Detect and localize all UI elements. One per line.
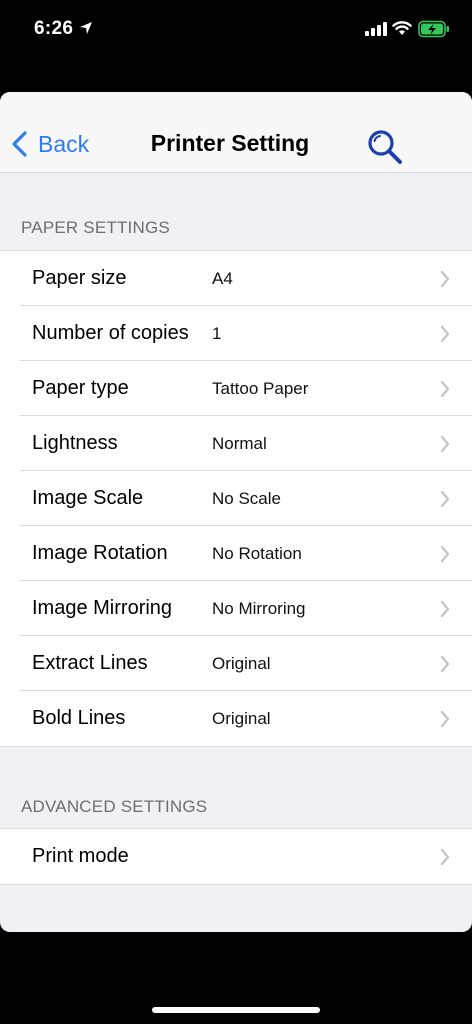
row-image-scale[interactable]: Image Scale No Scale xyxy=(0,471,472,526)
row-value: No Scale xyxy=(212,488,281,508)
status-bar: 6:26 xyxy=(0,0,472,60)
search-icon[interactable] xyxy=(366,128,404,166)
row-label: Print mode xyxy=(32,845,129,867)
chevron-right-icon xyxy=(440,270,450,287)
advanced-settings-group: Print mode xyxy=(0,828,472,885)
paper-settings-group: Paper size A4 Number of copies 1 Paper t… xyxy=(0,250,472,747)
row-bold-lines[interactable]: Bold Lines Original xyxy=(0,691,472,746)
row-extract-lines[interactable]: Extract Lines Original xyxy=(0,636,472,691)
row-lightness[interactable]: Lightness Normal xyxy=(0,416,472,471)
row-label: Paper size xyxy=(32,267,127,289)
row-label: Lightness xyxy=(32,432,118,454)
cellular-signal-icon xyxy=(365,22,387,36)
navigation-bar: Back Printer Setting xyxy=(0,92,472,173)
settings-sheet: Back Printer Setting PAPER SETTINGS Pape… xyxy=(0,92,472,932)
chevron-right-icon xyxy=(440,655,450,672)
chevron-right-icon xyxy=(440,435,450,452)
location-arrow-icon xyxy=(80,22,92,34)
chevron-right-icon xyxy=(440,380,450,397)
section-header-paper-settings: PAPER SETTINGS xyxy=(21,218,170,237)
row-label: Number of copies xyxy=(32,322,189,344)
row-print-mode[interactable]: Print mode xyxy=(0,829,472,884)
row-label: Image Rotation xyxy=(32,542,168,564)
chevron-right-icon xyxy=(440,710,450,727)
row-value: Original xyxy=(212,708,271,728)
row-paper-type[interactable]: Paper type Tattoo Paper xyxy=(0,361,472,416)
row-value: Tattoo Paper xyxy=(212,378,309,398)
chevron-right-icon xyxy=(440,600,450,617)
row-value: A4 xyxy=(212,268,233,288)
chevron-right-icon xyxy=(440,545,450,562)
battery-charging-icon xyxy=(418,20,449,38)
section-header-advanced-settings: ADVANCED SETTINGS xyxy=(21,797,208,816)
row-number-of-copies[interactable]: Number of copies 1 xyxy=(0,306,472,361)
row-value: Original xyxy=(212,653,271,673)
chevron-right-icon xyxy=(440,848,450,865)
row-paper-size[interactable]: Paper size A4 xyxy=(0,251,472,306)
status-time: 6:26 xyxy=(34,18,74,39)
home-indicator[interactable] xyxy=(152,1007,320,1013)
row-value: No Mirroring xyxy=(212,598,306,618)
chevron-right-icon xyxy=(440,490,450,507)
chevron-right-icon xyxy=(440,325,450,342)
row-label: Bold Lines xyxy=(32,707,126,729)
row-label: Image Scale xyxy=(32,487,144,509)
row-value: 1 xyxy=(212,323,222,343)
row-image-mirroring[interactable]: Image Mirroring No Mirroring xyxy=(0,581,472,636)
row-label: Paper type xyxy=(32,377,129,399)
row-label: Extract Lines xyxy=(32,652,148,674)
wifi-icon xyxy=(392,21,412,35)
row-value: No Rotation xyxy=(212,543,302,563)
screen: 6:26 Back Printer Setting PAPER SETTINGS… xyxy=(0,0,472,1024)
row-value: Normal xyxy=(212,433,267,453)
row-label: Image Mirroring xyxy=(32,597,173,619)
row-image-rotation[interactable]: Image Rotation No Rotation xyxy=(0,526,472,581)
